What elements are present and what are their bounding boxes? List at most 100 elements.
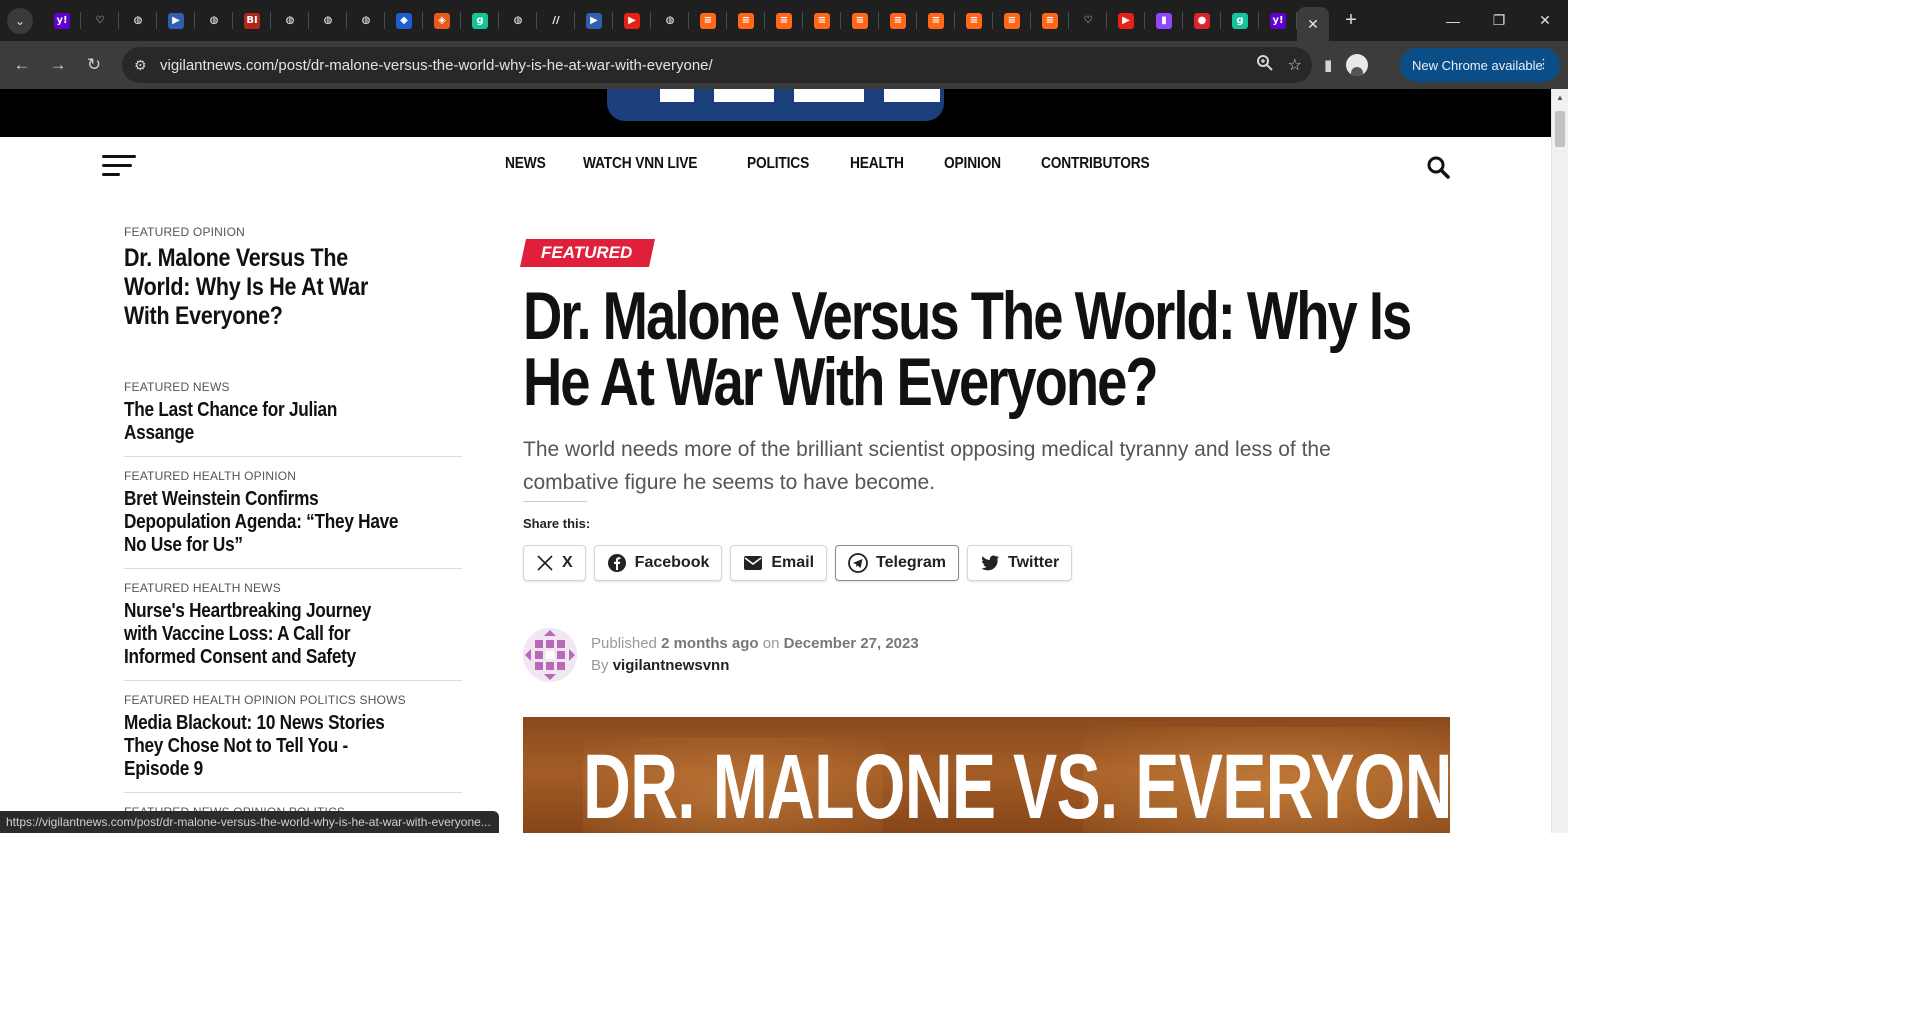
substack-icon: ≡ — [852, 12, 868, 29]
browser-tab[interactable]: ◍ — [347, 0, 385, 41]
sidebar-article-category[interactable]: FEATURED NEWS — [124, 380, 462, 394]
browser-tab[interactable]: ≡ — [841, 0, 879, 41]
browser-tab[interactable]: ▶ — [575, 0, 613, 41]
sidebar-article-item[interactable]: FEATURED OPINION Dr. Malone Versus The Wo… — [124, 225, 462, 331]
browser-tab[interactable]: g — [461, 0, 499, 41]
address-bar[interactable]: ⚙ vigilantnews.com/post/dr-malone-versus… — [122, 47, 1312, 83]
back-icon[interactable]: ← — [4, 47, 40, 83]
sidebar-article-title[interactable]: Bret Weinstein Confirms Depopulation Age… — [124, 488, 408, 557]
profile-avatar[interactable] — [1346, 54, 1369, 76]
zoom-icon[interactable] — [1256, 54, 1274, 77]
browser-tab[interactable]: ≡ — [955, 0, 993, 41]
menu-hamburger-icon[interactable] — [102, 155, 136, 177]
scrollbar-thumb[interactable] — [1555, 111, 1565, 147]
browser-tab[interactable]: ◍ — [195, 0, 233, 41]
globe-icon: ◍ — [662, 12, 678, 29]
share-facebook-button[interactable]: Facebook — [593, 545, 723, 581]
sidebar-article-item[interactable]: FEATURED NEWS The Last Chance for Julian … — [124, 380, 462, 457]
chrome-update-button[interactable]: New Chrome available ⋮ — [1400, 48, 1560, 82]
published-prefix: Published — [591, 635, 657, 652]
forward-icon[interactable]: → — [40, 47, 76, 83]
sidebar-article-category[interactable]: FEATURED OPINION — [124, 225, 462, 239]
browser-tab[interactable]: ◍ — [309, 0, 347, 41]
browser-tab[interactable]: ≡ — [803, 0, 841, 41]
close-window-icon[interactable]: ✕ — [1522, 0, 1568, 41]
site-info-icon[interactable]: ⚙ — [134, 57, 154, 74]
hero-image-text: DR. MALONE VS. EVERYONE — [583, 736, 1450, 833]
side-panel-icon[interactable]: ▮ — [1324, 56, 1332, 74]
browser-tab[interactable]: ● — [1183, 0, 1221, 41]
browser-tab[interactable]: ◈ — [423, 0, 461, 41]
new-tab-button[interactable]: + — [1337, 9, 1365, 32]
sidebar-article-item[interactable]: FEATURED HEALTH NEWS Nurse's Heartbreakin… — [124, 581, 462, 681]
browser-tab[interactable]: ≡ — [689, 0, 727, 41]
featured-badge[interactable]: FEATURED — [520, 239, 656, 267]
share-email-button[interactable]: Email — [730, 545, 828, 581]
sidebar-article-title[interactable]: Media Blackout: 10 News Stories They Cho… — [124, 712, 408, 781]
browser-tab[interactable]: ◍ — [499, 0, 537, 41]
update-label: New Chrome available — [1412, 57, 1543, 73]
active-tab-close-icon[interactable]: ✕ — [1297, 7, 1329, 41]
sidebar-article-item[interactable]: FEATURED HEALTH OPINION Bret Weinstein Co… — [124, 469, 462, 569]
dek-divider — [523, 501, 587, 502]
sidebar-article-title[interactable]: Nurse's Heartbreaking Journey with Vacci… — [124, 600, 408, 669]
reload-icon[interactable]: ↻ — [76, 47, 112, 83]
browser-tab[interactable]: y! — [43, 0, 81, 41]
status-bar-url: https://vigilantnews.com/post/dr-malone-… — [0, 811, 499, 833]
share-telegram-button[interactable]: Telegram — [835, 545, 959, 581]
page-scrollbar[interactable]: ▲ — [1551, 89, 1568, 833]
sidebar-article-category[interactable]: FEATURED HEALTH NEWS — [124, 581, 462, 595]
tab-strip: ⌄ y! ♡ ◍ ▶ ◍ BI ◍ ◍ ◍ ◆ ◈ g ◍ // ▶ ▶ ◍ ≡ ≡ ≡ ≡ ≡ ≡ ≡ ≡ ≡ ≡ ♡ ▶ ▮ ● g y! … — [0, 0, 1568, 41]
sidebar-article-item[interactable]: FEATURED HEALTH OPINION POLITICS SHOWS Me… — [124, 693, 462, 793]
nav-link-news[interactable]: NEWS — [505, 155, 546, 173]
browser-tab[interactable]: ≡ — [917, 0, 955, 41]
search-icon[interactable] — [1426, 155, 1450, 179]
browser-tab[interactable]: ▶ — [157, 0, 195, 41]
nav-link-health[interactable]: HEALTH — [850, 155, 904, 173]
browser-tab[interactable]: ≡ — [879, 0, 917, 41]
nav-link-watch-vnn-live[interactable]: WATCH VNN LIVE — [583, 155, 697, 173]
author-avatar[interactable] — [523, 628, 577, 682]
share-button-label: Telegram — [876, 554, 946, 571]
browser-tab[interactable]: ≡ — [1031, 0, 1069, 41]
browser-tab[interactable]: ≡ — [993, 0, 1031, 41]
sidebar-article-category[interactable]: FEATURED HEALTH OPINION POLITICS SHOWS — [124, 693, 462, 707]
scroll-up-icon[interactable]: ▲ — [1556, 93, 1564, 102]
author-link[interactable]: vigilantnewsvnn — [613, 657, 730, 674]
browser-tab[interactable]: g — [1221, 0, 1259, 41]
browser-tab[interactable]: y! — [1259, 0, 1297, 41]
youtube-icon: ▶ — [624, 12, 640, 29]
globe-icon: ◍ — [510, 12, 526, 29]
sidebar-article-title[interactable]: The Last Chance for Julian Assange — [124, 399, 408, 445]
globe-icon: ◍ — [358, 12, 374, 29]
sidebar-article-title[interactable]: Dr. Malone Versus The World: Why Is He A… — [124, 244, 412, 331]
url-text[interactable]: vigilantnews.com/post/dr-malone-versus-t… — [160, 57, 713, 74]
browser-tab[interactable]: ♡ — [81, 0, 119, 41]
more-menu-icon[interactable]: ⋮ — [1537, 56, 1550, 72]
share-twitter-button[interactable]: Twitter — [967, 545, 1073, 581]
browser-tab[interactable]: ◆ — [385, 0, 423, 41]
browser-tab[interactable]: ◍ — [651, 0, 689, 41]
sidebar-featured-list: FEATURED OPINION Dr. Malone Versus The Wo… — [124, 225, 462, 833]
browser-tab[interactable]: ▮ — [1145, 0, 1183, 41]
nav-link-politics[interactable]: POLITICS — [747, 155, 809, 173]
page-viewport: NEWS WATCH VNN LIVE POLITICS HEALTH OPINION C… — [0, 89, 1568, 833]
browser-tab[interactable]: ≡ — [727, 0, 765, 41]
restore-icon[interactable]: ❐ — [1476, 0, 1522, 41]
browser-tab[interactable]: ≡ — [765, 0, 803, 41]
share-label: Share this: — [523, 516, 591, 531]
browser-tab[interactable]: ♡ — [1069, 0, 1107, 41]
browser-tab[interactable]: ◍ — [119, 0, 157, 41]
sidebar-article-category[interactable]: FEATURED HEALTH OPINION — [124, 469, 462, 483]
browser-tab[interactable]: ▶ — [613, 0, 651, 41]
browser-tab[interactable]: ◍ — [271, 0, 309, 41]
browser-tab[interactable]: ▶ — [1107, 0, 1145, 41]
share-x-button[interactable]: X — [523, 545, 586, 581]
nav-link-contributors[interactable]: CONTRIBUTORS — [1041, 155, 1150, 173]
browser-tab[interactable]: BI — [233, 0, 271, 41]
minimize-icon[interactable]: — — [1430, 0, 1476, 41]
bookmark-star-icon[interactable]: ☆ — [1288, 55, 1302, 75]
nav-link-opinion[interactable]: OPINION — [944, 155, 1001, 173]
tab-search-button[interactable]: ⌄ — [7, 7, 33, 34]
browser-tab[interactable]: // — [537, 0, 575, 41]
